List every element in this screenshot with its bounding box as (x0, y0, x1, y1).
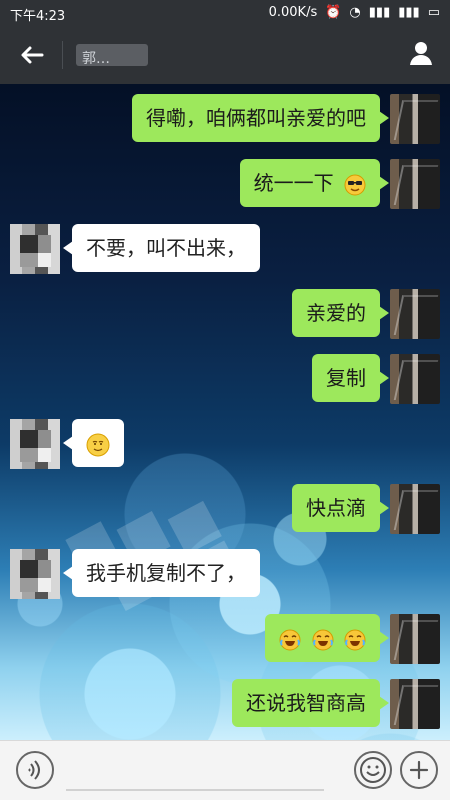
message-row-6 (0, 419, 450, 469)
message-bubble-outgoing: 还说我智商高 (232, 679, 389, 727)
profile-icon[interactable] (406, 38, 436, 68)
contact-avatar (10, 419, 60, 469)
message-bubble-outgoing: 快点滴 (292, 484, 389, 532)
my-avatar (390, 159, 440, 209)
message-row-10: 还说我智商高 (0, 679, 450, 729)
crying-laughing-emoji-icon-3 (344, 629, 366, 650)
message-row-7: 快点滴 (0, 484, 450, 534)
message-row-5: 复制 (0, 354, 450, 404)
network-speed: 0.00K/s (268, 5, 318, 20)
battery-icon: ▭ (427, 5, 440, 20)
emoji-button[interactable] (354, 751, 392, 789)
contact-name: 郭… (82, 51, 110, 67)
signal-icon-2: ▮▮▮ (398, 5, 420, 20)
message-input-line[interactable] (66, 789, 324, 791)
status-icons: 0.00K/s ⏰ ◔ ▮▮▮ ▮▮▮ ▭ (269, 5, 440, 20)
chat-header: 郭… (0, 26, 450, 84)
message-text: 不要，叫不出来， (86, 236, 246, 260)
message-text: 复制 (326, 366, 366, 390)
message-row-3: 不要，叫不出来， (0, 224, 450, 274)
message-bubble-outgoing (265, 614, 389, 662)
my-avatar (390, 614, 440, 664)
header-divider (62, 41, 63, 69)
message-text: 快点滴 (306, 496, 366, 520)
message-bubble-outgoing: 亲爱的 (292, 289, 389, 337)
message-row-9 (0, 614, 450, 664)
message-bubble-outgoing: 得嘞，咱俩都叫亲爱的吧 (132, 94, 389, 142)
status-bar: 下午4:23 0.00K/s ⏰ ◔ ▮▮▮ ▮▮▮ ▭ (0, 0, 450, 26)
message-row-4: 亲爱的 (0, 289, 450, 339)
message-bubble-outgoing: 统一一下 (239, 159, 390, 207)
my-avatar (390, 484, 440, 534)
my-avatar (390, 679, 440, 729)
my-avatar (390, 94, 440, 144)
message-text: 统一一下 (253, 171, 334, 195)
plus-button[interactable] (400, 751, 438, 789)
message-bubble-incoming: 不要，叫不出来， (63, 224, 260, 272)
message-bubble-outgoing: 复制 (312, 354, 389, 402)
emoji-icon (360, 757, 386, 783)
message-row-1: 得嘞，咱俩都叫亲爱的吧 (0, 94, 450, 144)
my-avatar (390, 354, 440, 404)
chat-background: 得嘞，咱俩都叫亲爱的吧 统一一下 不要，叫不出来， 亲爱的 复制 快点滴 我手机… (0, 84, 450, 740)
message-bubble-incoming: 我手机复制不了， (63, 549, 260, 597)
alarm-icon: ⏰ (325, 5, 342, 20)
voice-icon (28, 760, 40, 780)
chat-input-bar (0, 740, 450, 800)
message-text: 我手机复制不了， (86, 561, 246, 585)
message-bubble-incoming (63, 419, 124, 467)
back-arrow-icon[interactable] (16, 40, 46, 70)
my-avatar (390, 289, 440, 339)
status-time: 下午4:23 (10, 9, 66, 24)
voice-button[interactable] (16, 751, 54, 789)
plus-icon (409, 760, 429, 780)
chat-screen: 下午4:23 0.00K/s ⏰ ◔ ▮▮▮ ▮▮▮ ▭ 郭… 得嘞，咱俩都叫亲… (0, 0, 450, 800)
wifi-icon: ◔ (349, 5, 361, 20)
message-text: 还说我智商高 (246, 691, 366, 715)
contact-avatar (10, 224, 60, 274)
crying-laughing-emoji-icon-1 (279, 629, 301, 650)
message-text: 得嘞，咱俩都叫亲爱的吧 (146, 106, 366, 130)
contact-avatar (10, 549, 60, 599)
message-text: 亲爱的 (306, 301, 366, 325)
crying-laughing-emoji-icon-2 (312, 629, 334, 650)
sunglasses-emoji-icon (344, 174, 366, 195)
message-row-8: 我手机复制不了， (0, 549, 450, 599)
sheepish-emoji-icon (86, 433, 110, 456)
signal-icon: ▮▮▮ (368, 5, 391, 20)
message-row-2: 统一一下 (0, 159, 450, 209)
